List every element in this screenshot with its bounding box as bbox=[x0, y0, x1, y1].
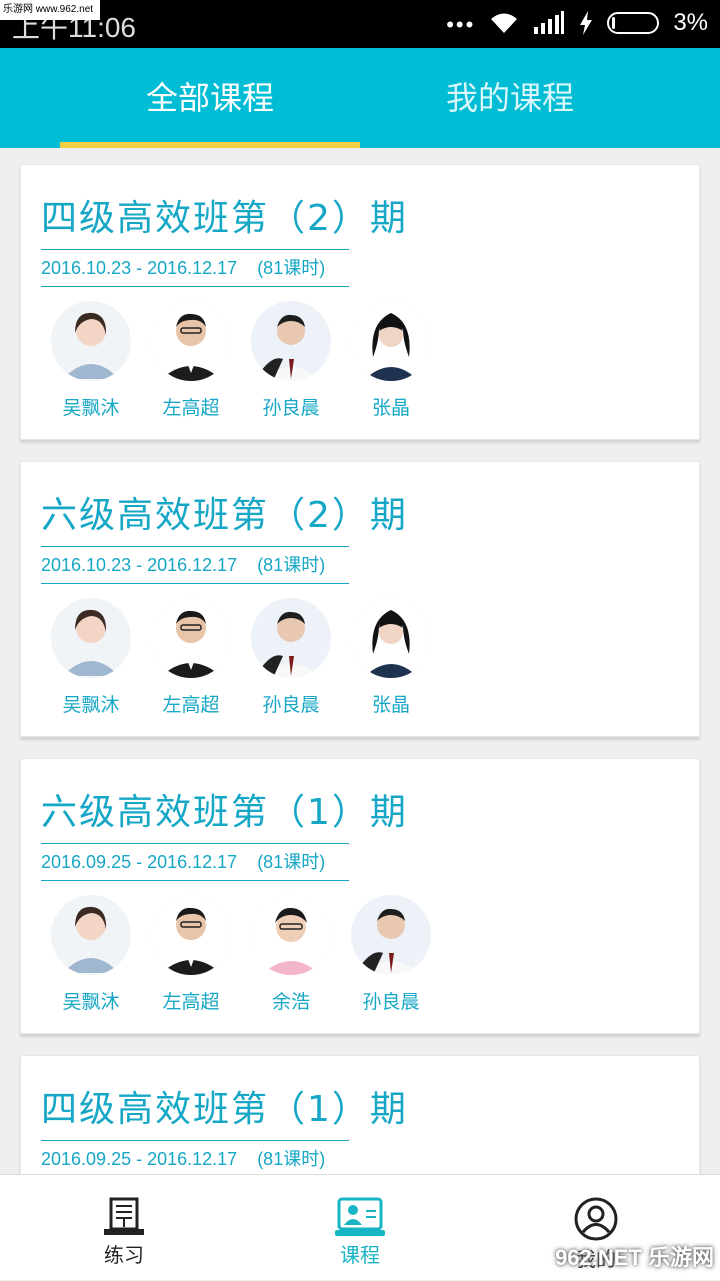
course-date-range: 2016.09.25 - 2016.12.17 bbox=[41, 1149, 238, 1169]
course-list[interactable]: 四级高效班第（2）期 2016.10.23 - 2016.12.17 (81课时… bbox=[0, 148, 720, 1174]
avatar bbox=[351, 895, 431, 975]
tab-my-courses[interactable]: 我的课程 bbox=[360, 48, 660, 148]
course-hours: (81课时) bbox=[257, 258, 326, 278]
avatar bbox=[151, 301, 231, 381]
teacher[interactable]: 吴飘沐 bbox=[41, 895, 141, 1014]
course-date-range: 2016.10.23 - 2016.12.17 bbox=[41, 258, 238, 278]
signal-icon bbox=[534, 11, 565, 34]
teacher-name: 孙良晨 bbox=[362, 991, 420, 1013]
teacher[interactable]: 张晶 bbox=[341, 598, 441, 717]
avatar bbox=[51, 301, 131, 381]
avatar bbox=[351, 598, 431, 678]
status-bar: 上午11:06 乐游网 www.962.net ••• 3% bbox=[0, 0, 720, 48]
course-card[interactable]: 四级高效班第（1）期 2016.09.25 - 2016.12.17 (81课时… bbox=[20, 1055, 700, 1174]
course-title: 四级高效班第（2）期 bbox=[41, 198, 408, 239]
course-title: 四级高效班第（1）期 bbox=[41, 1089, 408, 1130]
course-card[interactable]: 六级高效班第（1）期 2016.09.25 - 2016.12.17 (81课时… bbox=[20, 758, 700, 1034]
teacher-name: 吴飘沐 bbox=[62, 694, 120, 716]
battery-percent: 3% bbox=[673, 9, 708, 36]
course-tab-bar: 全部课程 我的课程 bbox=[0, 48, 720, 148]
teacher[interactable]: 余浩 bbox=[241, 895, 341, 1014]
teacher[interactable]: 吴飘沐 bbox=[41, 301, 141, 420]
nav-practice[interactable]: 练习 bbox=[44, 1175, 204, 1281]
more-dots-icon: ••• bbox=[446, 12, 476, 37]
bottom-nav: 练习 课程 我的 962.NET 乐游网 bbox=[0, 1174, 720, 1280]
teacher-name: 余浩 bbox=[271, 991, 310, 1013]
course-date: 2016.09.25 - 2016.12.17 (81课时) bbox=[41, 1140, 349, 1174]
wifi-icon bbox=[491, 13, 518, 33]
teacher-name: 左高超 bbox=[162, 397, 220, 419]
course-title: 六级高效班第（1）期 bbox=[41, 792, 408, 833]
course-date-range: 2016.10.23 - 2016.12.17 bbox=[41, 555, 238, 575]
teacher-name: 左高超 bbox=[162, 991, 220, 1013]
teacher-list: 吴飘沐 左高超 孙良晨 张晶 bbox=[41, 598, 441, 717]
tab-all-courses[interactable]: 全部课程 bbox=[60, 48, 360, 148]
teacher-name: 吴飘沐 bbox=[62, 991, 120, 1013]
avatar bbox=[51, 895, 131, 975]
course-card[interactable]: 六级高效班第（2）期 2016.10.23 - 2016.12.17 (81课时… bbox=[20, 461, 700, 737]
teacher[interactable]: 孙良晨 bbox=[241, 301, 341, 420]
course-title: 六级高效班第（2）期 bbox=[41, 495, 408, 536]
avatar bbox=[51, 598, 131, 678]
profile-icon bbox=[574, 1197, 618, 1241]
course-date: 2016.09.25 - 2016.12.17 (81课时) bbox=[41, 843, 349, 881]
course-icon bbox=[335, 1197, 385, 1236]
teacher[interactable]: 左高超 bbox=[141, 598, 241, 717]
avatar bbox=[251, 895, 331, 975]
course-hours: (81课时) bbox=[257, 555, 326, 575]
charging-icon bbox=[580, 11, 593, 35]
teacher-list: 吴飘沐 左高超 余浩 孙良晨 bbox=[41, 895, 441, 1014]
teacher[interactable]: 吴飘沐 bbox=[41, 598, 141, 717]
teacher[interactable]: 孙良晨 bbox=[241, 598, 341, 717]
course-date: 2016.10.23 - 2016.12.17 (81课时) bbox=[41, 546, 349, 584]
battery-icon bbox=[607, 12, 660, 34]
nav-practice-label: 练习 bbox=[104, 1243, 144, 1267]
teacher-name: 吴飘沐 bbox=[62, 397, 120, 419]
teacher[interactable]: 孙良晨 bbox=[341, 895, 441, 1014]
teacher-name: 孙良晨 bbox=[262, 397, 320, 419]
teacher-name: 张晶 bbox=[371, 694, 410, 716]
avatar bbox=[151, 598, 231, 678]
teacher-name: 左高超 bbox=[162, 694, 220, 716]
avatar bbox=[351, 301, 431, 381]
teacher[interactable]: 左高超 bbox=[141, 895, 241, 1014]
teacher-list: 吴飘沐 左高超 孙良晨 张晶 bbox=[41, 301, 441, 420]
nav-courses[interactable]: 课程 bbox=[280, 1175, 440, 1281]
course-hours: (81课时) bbox=[257, 852, 326, 872]
avatar bbox=[251, 301, 331, 381]
course-date: 2016.10.23 - 2016.12.17 (81课时) bbox=[41, 249, 349, 287]
watermark-banner: 乐游网 www.962.net bbox=[0, 0, 100, 20]
avatar bbox=[151, 895, 231, 975]
nav-courses-label: 课程 bbox=[340, 1243, 380, 1267]
course-date-range: 2016.09.25 - 2016.12.17 bbox=[41, 852, 238, 872]
teacher-name: 张晶 bbox=[371, 397, 410, 419]
practice-icon bbox=[104, 1197, 144, 1235]
avatar bbox=[251, 598, 331, 678]
teacher-name: 孙良晨 bbox=[262, 694, 320, 716]
teacher[interactable]: 张晶 bbox=[341, 301, 441, 420]
course-hours: (81课时) bbox=[257, 1149, 326, 1169]
course-card[interactable]: 四级高效班第（2）期 2016.10.23 - 2016.12.17 (81课时… bbox=[20, 164, 700, 440]
corner-watermark-logo: 962.NET 乐游网 bbox=[555, 1245, 714, 1270]
teacher[interactable]: 左高超 bbox=[141, 301, 241, 420]
